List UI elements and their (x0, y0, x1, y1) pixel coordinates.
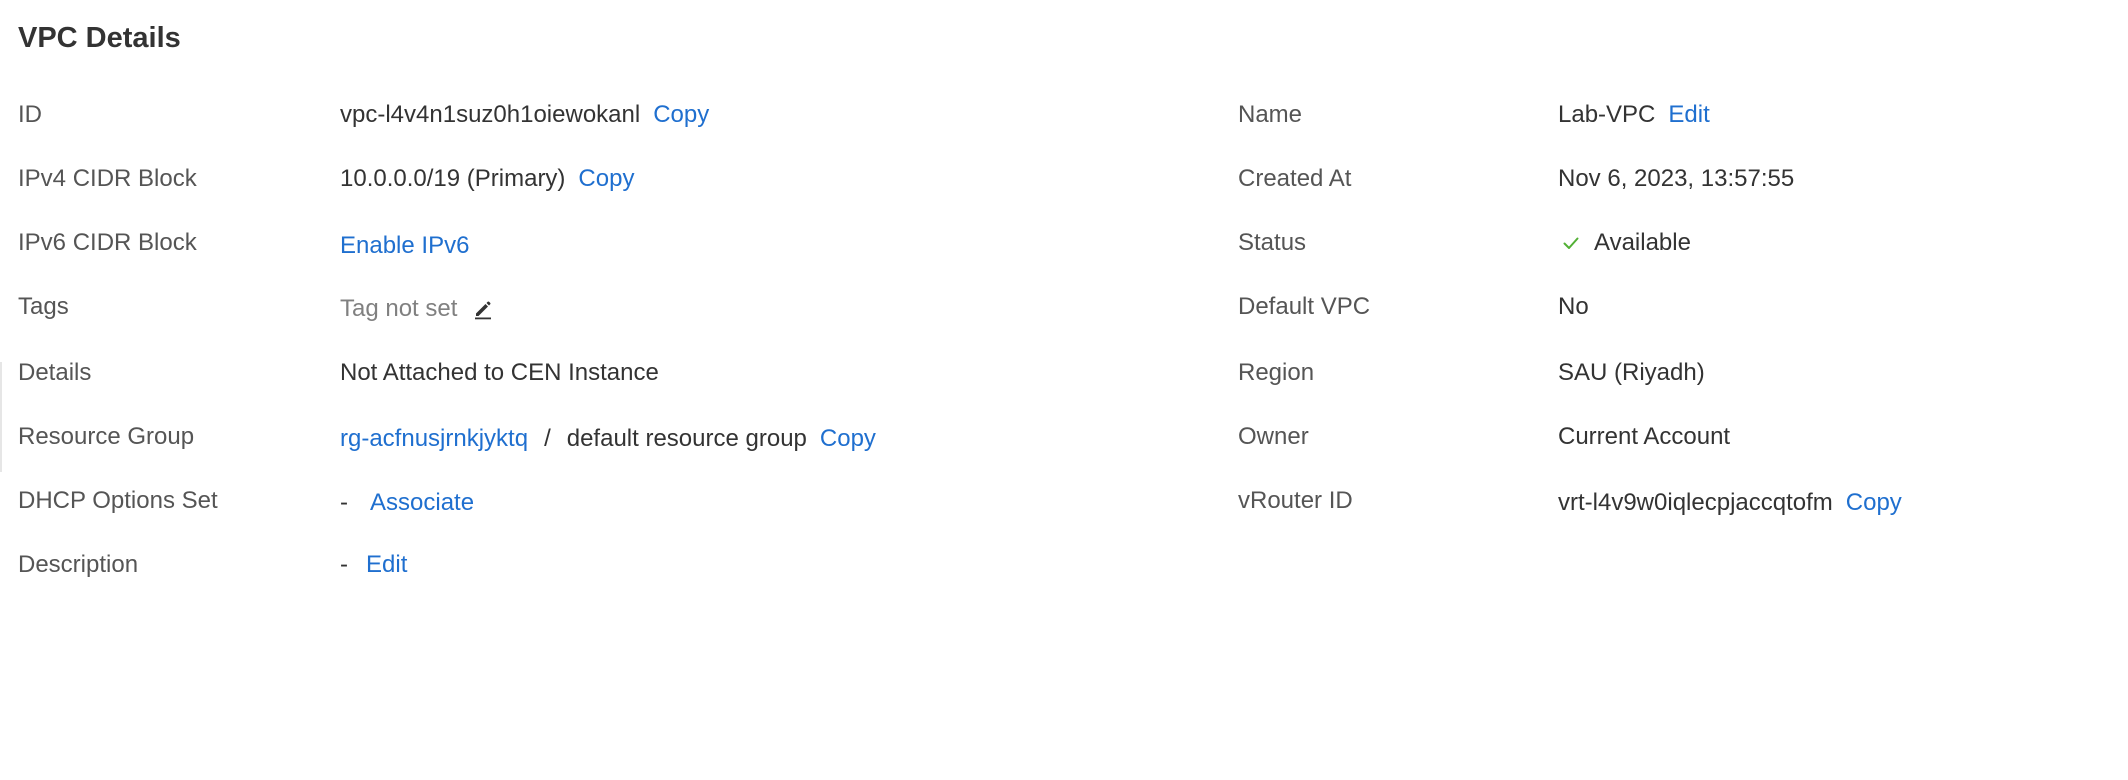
edit-description-link[interactable]: Edit (366, 551, 407, 579)
details-value: Not Attached to CEN Instance (340, 359, 659, 386)
value-description-row: - Edit (340, 545, 407, 585)
copy-resource-group-button[interactable]: Copy (820, 425, 876, 453)
value-default-vpc-row: No (1558, 287, 1589, 327)
field-label-region: Region (1238, 359, 1315, 386)
resource-group-id-link[interactable]: rg-acfnusjrnkjyktq (340, 425, 528, 453)
description-value: - (340, 551, 348, 578)
edit-name-link[interactable]: Edit (1668, 101, 1709, 129)
field-label-name: Name (1238, 101, 1303, 128)
field-label-description: Description (18, 551, 139, 578)
vpc-details-panel: VPC Details ID vpc-l4v4n1suz0h1oiewokanl… (0, 0, 2128, 780)
label-ipv4-row: IPv4 CIDR Block (18, 159, 197, 199)
copy-vrouter-id-button[interactable]: Copy (1846, 489, 1902, 517)
field-label-id: ID (18, 101, 42, 128)
value-details-row: Not Attached to CEN Instance (340, 353, 659, 393)
default-vpc-value: No (1558, 293, 1589, 320)
copy-vpc-id-button[interactable]: Copy (653, 101, 709, 129)
field-label-ipv4: IPv4 CIDR Block (18, 165, 197, 192)
label-status-row: Status (1238, 223, 1306, 263)
field-label-created-at: Created At (1238, 165, 1352, 192)
field-label-tags: Tags (18, 293, 69, 320)
value-id-row: vpc-l4v4n1suz0h1oiewokanl Copy (340, 95, 709, 135)
dhcp-value: - (340, 489, 348, 516)
field-label-vrouter-id: vRouter ID (1238, 487, 1353, 514)
label-dhcp-row: DHCP Options Set (18, 481, 218, 521)
label-tags-row: Tags (18, 287, 69, 327)
status-value: Available (1594, 229, 1691, 256)
value-ipv6-row: Enable IPv6 (340, 226, 469, 266)
resource-group-name: default resource group (566, 425, 807, 452)
pencil-icon[interactable] (471, 297, 495, 321)
field-label-dhcp: DHCP Options Set (18, 487, 218, 514)
copy-ipv4-button[interactable]: Copy (578, 165, 634, 193)
value-name-row: Lab-VPC Edit (1558, 95, 1710, 135)
owner-value: Current Account (1558, 423, 1731, 450)
value-region-row: SAU (Riyadh) (1558, 353, 1705, 393)
field-label-default-vpc: Default VPC (1238, 293, 1371, 320)
field-label-owner: Owner (1238, 423, 1309, 450)
tags-value: Tag not set (340, 295, 458, 322)
label-vrouter-row: vRouter ID (1238, 481, 1353, 521)
created-at-value: Nov 6, 2023, 13:57:55 (1558, 165, 1795, 192)
vpc-name-value: Lab-VPC (1558, 101, 1656, 128)
label-name-row: Name (1238, 95, 1302, 135)
value-vrouter-row: vrt-l4v9w0iqlecpjaccqtofm Copy (1558, 483, 1902, 523)
value-tags-row: Tag not set (340, 289, 495, 329)
field-label-ipv6: IPv6 CIDR Block (18, 229, 197, 256)
label-created-row: Created At (1238, 159, 1351, 199)
value-resource-group-row: rg-acfnusjrnkjyktq / default resource gr… (340, 419, 876, 459)
field-label-resource-group: Resource Group (18, 423, 195, 450)
label-description-row: Description (18, 545, 138, 585)
value-owner-row: Current Account (1558, 417, 1730, 457)
left-edge-divider (0, 362, 2, 472)
resource-group-separator: / (544, 425, 551, 452)
page-title: VPC Details (18, 22, 181, 54)
label-region-row: Region (1238, 353, 1314, 393)
vrouter-id-value: vrt-l4v9w0iqlecpjaccqtofm (1558, 489, 1833, 516)
associate-dhcp-link[interactable]: Associate (370, 489, 474, 517)
label-id-row: ID (18, 95, 42, 135)
value-dhcp-row: - Associate (340, 483, 474, 523)
label-resource-group-row: Resource Group (18, 417, 194, 457)
field-label-status: Status (1238, 229, 1307, 256)
label-owner-row: Owner (1238, 417, 1309, 457)
vpc-id-value: vpc-l4v4n1suz0h1oiewokanl (340, 101, 641, 128)
check-icon (1560, 232, 1582, 254)
value-created-row: Nov 6, 2023, 13:57:55 (1558, 159, 1794, 199)
label-default-vpc-row: Default VPC (1238, 287, 1370, 327)
ipv4-cidr-value: 10.0.0.0/19 (Primary) (340, 165, 566, 192)
label-ipv6-row: IPv6 CIDR Block (18, 223, 197, 263)
value-status-row: Available (1558, 223, 1691, 263)
region-value: SAU (Riyadh) (1558, 359, 1705, 386)
field-label-details: Details (18, 359, 92, 386)
label-details-row: Details (18, 353, 91, 393)
enable-ipv6-link[interactable]: Enable IPv6 (340, 232, 469, 260)
value-ipv4-row: 10.0.0.0/19 (Primary) Copy (340, 159, 634, 199)
